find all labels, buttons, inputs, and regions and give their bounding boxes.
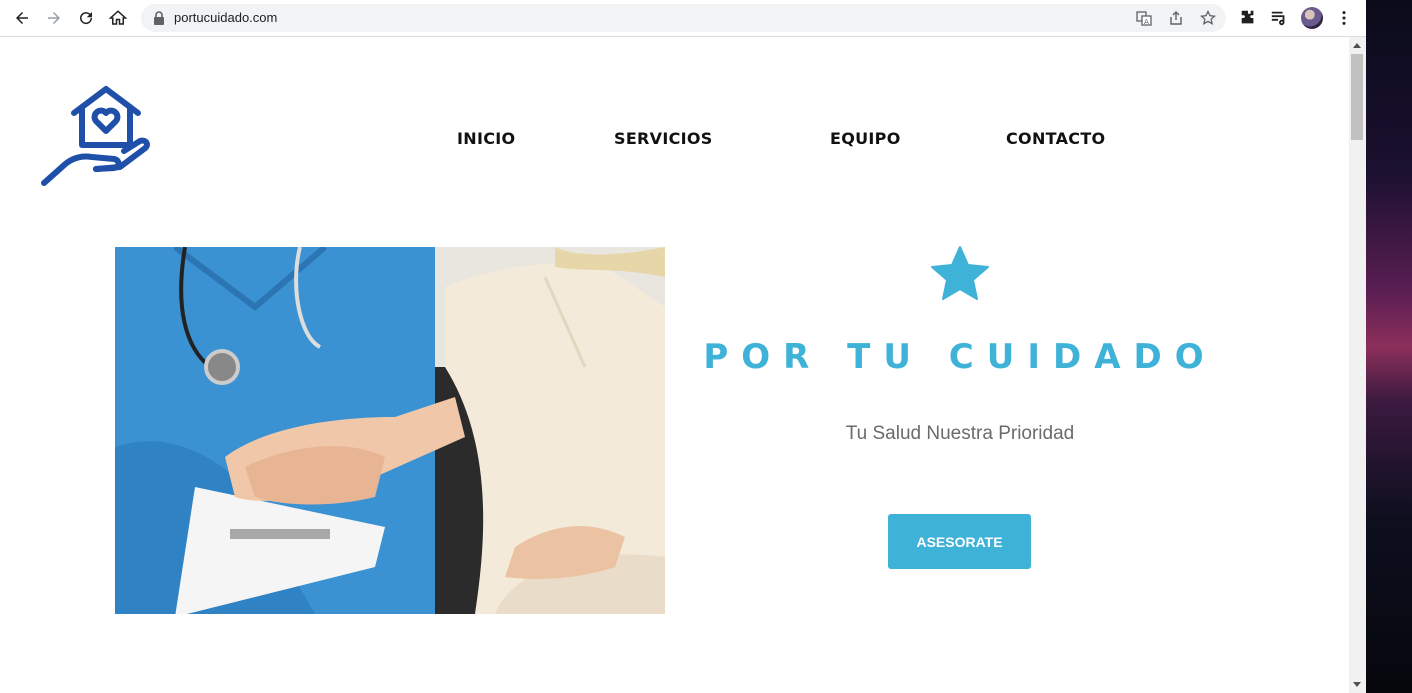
lock-icon <box>154 11 164 25</box>
logo-icon[interactable] <box>40 83 152 191</box>
forward-icon[interactable] <box>42 6 66 30</box>
extensions-icon[interactable] <box>1238 8 1258 28</box>
address-bar[interactable]: portucuidado.com A <box>141 4 1226 32</box>
reading-list-icon[interactable] <box>1269 8 1289 28</box>
hero-title: POR TU CUIDADO <box>703 337 1217 377</box>
nav-equipo[interactable]: EQUIPO <box>830 129 901 148</box>
scroll-up-icon[interactable] <box>1353 43 1361 48</box>
share-icon[interactable] <box>1168 10 1184 26</box>
home-icon[interactable] <box>106 6 130 30</box>
reload-icon[interactable] <box>74 6 98 30</box>
browser-toolbar: portucuidado.com A <box>0 0 1366 37</box>
menu-dots-icon[interactable] <box>1334 8 1354 28</box>
translate-icon[interactable]: A <box>1136 10 1152 26</box>
page: INICIO SERVICIOS EQUIPO CONTACTO POR TU … <box>0 37 1349 693</box>
avatar[interactable] <box>1301 7 1323 29</box>
hero-photo <box>115 247 665 614</box>
desktop-wallpaper <box>1366 0 1412 693</box>
scroll-thumb[interactable] <box>1351 54 1363 140</box>
nav-contacto[interactable]: CONTACTO <box>1006 129 1105 148</box>
asesorate-button[interactable]: ASESORATE <box>888 514 1031 569</box>
scroll-down-icon[interactable] <box>1353 682 1361 687</box>
hero-subtitle: Tu Salud Nuestra Prioridad <box>845 423 1075 444</box>
nav-inicio[interactable]: INICIO <box>457 129 515 148</box>
scrollbar[interactable] <box>1349 37 1366 693</box>
nav-servicios[interactable]: SERVICIOS <box>614 129 713 148</box>
star-icon <box>931 246 989 300</box>
back-icon[interactable] <box>10 6 34 30</box>
star-icon[interactable] <box>1200 10 1216 26</box>
url-text[interactable]: portucuidado.com <box>174 10 277 25</box>
svg-text:A: A <box>1144 18 1149 26</box>
